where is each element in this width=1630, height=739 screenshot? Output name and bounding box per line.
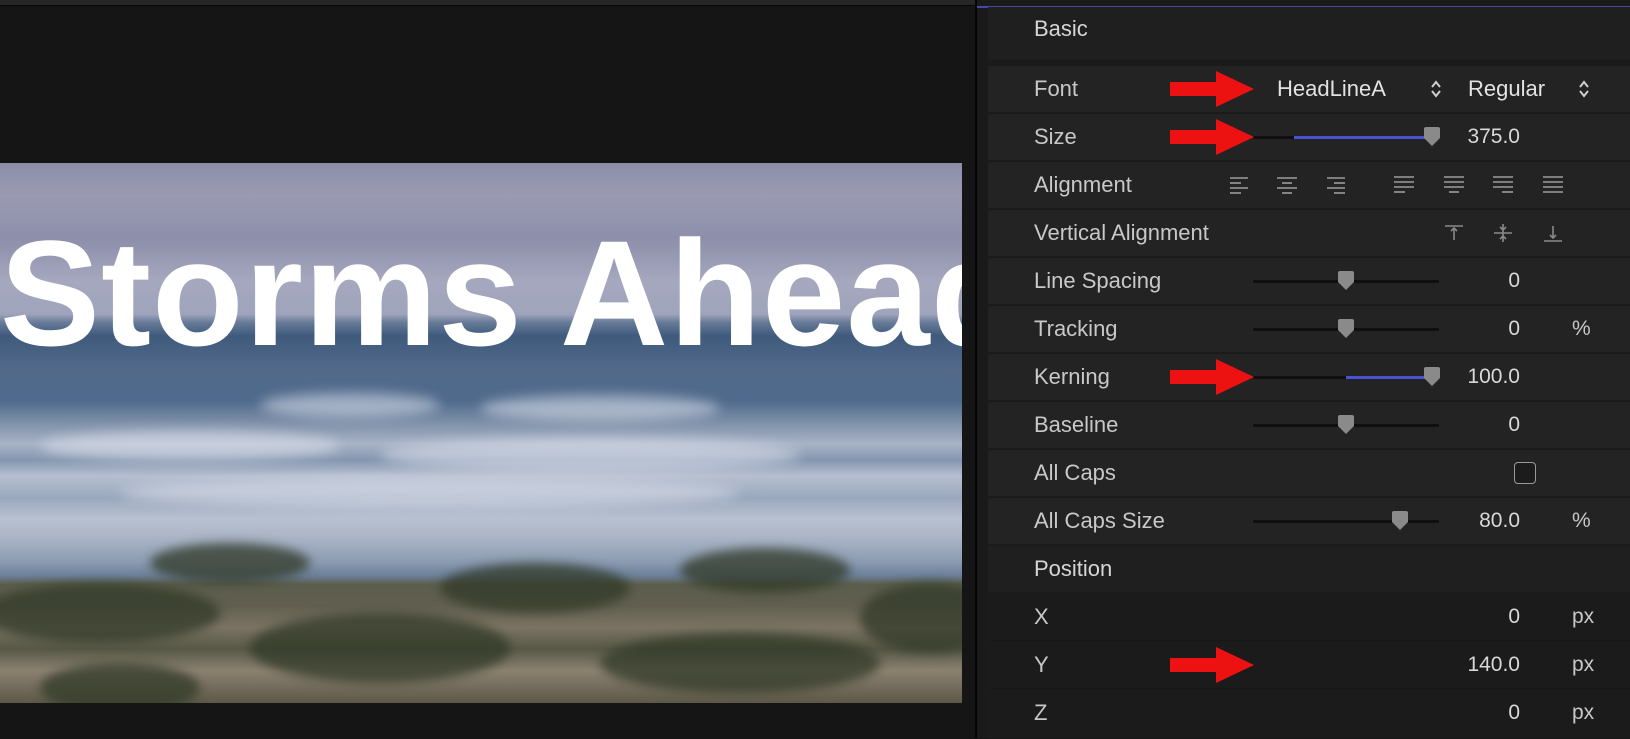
justify-right-icon[interactable] bbox=[1492, 174, 1514, 196]
tracking-unit: % bbox=[1572, 317, 1591, 340]
valign-top-icon[interactable] bbox=[1443, 222, 1465, 244]
size-label: Size bbox=[1034, 124, 1077, 149]
section-position-label: Position bbox=[1034, 556, 1113, 581]
baseline-value[interactable]: 0 bbox=[1508, 402, 1520, 448]
size-slider[interactable] bbox=[1253, 127, 1440, 146]
vertical-alignment-label: Vertical Alignment bbox=[1034, 220, 1209, 245]
kerning-slider-fill bbox=[1346, 376, 1432, 379]
all-caps-size-unit: % bbox=[1572, 509, 1591, 532]
tracking-label: Tracking bbox=[1034, 316, 1118, 341]
position-x-label: X bbox=[1034, 604, 1049, 629]
baseline-label: Baseline bbox=[1034, 412, 1119, 437]
position-y-unit: px bbox=[1572, 653, 1595, 676]
slider-knob-icon[interactable] bbox=[1423, 127, 1441, 147]
storms-ahead-title: Storms Ahead bbox=[0, 209, 962, 377]
all-caps-checkbox[interactable] bbox=[1514, 462, 1536, 484]
baseline-row: Baseline 0 bbox=[988, 402, 1630, 449]
all-caps-label: All Caps bbox=[1034, 460, 1116, 485]
all-caps-row: All Caps bbox=[988, 450, 1630, 497]
position-z-unit: px bbox=[1572, 701, 1595, 724]
red-arrow-icon bbox=[1170, 119, 1254, 155]
valign-bottom-icon[interactable] bbox=[1542, 222, 1564, 244]
position-x-value[interactable]: 0 bbox=[1508, 594, 1520, 640]
tracking-slider[interactable] bbox=[1253, 319, 1439, 338]
size-slider-fill bbox=[1293, 136, 1432, 139]
font-style-popup[interactable]: Regular bbox=[1468, 66, 1545, 112]
tracking-row: Tracking 0 % bbox=[988, 306, 1630, 353]
red-arrow-icon bbox=[1170, 647, 1254, 683]
position-z-value[interactable]: 0 bbox=[1508, 690, 1520, 736]
line-spacing-label: Line Spacing bbox=[1034, 268, 1162, 293]
position-z-label: Z bbox=[1034, 700, 1048, 725]
position-y-value[interactable]: 140.0 bbox=[1467, 642, 1520, 688]
line-spacing-row: Line Spacing 0 bbox=[988, 258, 1630, 305]
line-spacing-value[interactable]: 0 bbox=[1508, 258, 1520, 304]
position-x-unit: px bbox=[1572, 605, 1595, 628]
size-value[interactable]: 375.0 bbox=[1467, 114, 1520, 160]
slider-knob-icon[interactable] bbox=[1337, 271, 1355, 291]
updown-chevron-icon[interactable] bbox=[1430, 79, 1442, 99]
section-basic-label: Basic bbox=[1034, 16, 1088, 41]
all-caps-size-slider[interactable] bbox=[1253, 511, 1439, 530]
section-basic-header[interactable]: Basic bbox=[988, 7, 1630, 60]
justify-full-icon[interactable] bbox=[1542, 174, 1564, 196]
kerning-slider[interactable] bbox=[1253, 367, 1440, 386]
all-caps-size-row: All Caps Size 80.0 % bbox=[988, 498, 1630, 545]
align-right-icon[interactable] bbox=[1325, 174, 1347, 196]
slider-knob-icon[interactable] bbox=[1423, 367, 1441, 387]
text-inspector: Basic Font HeadLineA Regular Size 375.0 … bbox=[977, 0, 1630, 739]
line-spacing-slider[interactable] bbox=[1253, 271, 1439, 290]
tracking-value[interactable]: 0 bbox=[1508, 306, 1520, 352]
position-y-label: Y bbox=[1034, 652, 1049, 677]
valign-middle-icon[interactable] bbox=[1492, 222, 1514, 244]
slider-knob-icon[interactable] bbox=[1391, 511, 1409, 531]
viewer-top-edge bbox=[0, 0, 975, 6]
align-left-icon[interactable] bbox=[1228, 174, 1250, 196]
slider-knob-icon[interactable] bbox=[1337, 319, 1355, 339]
updown-chevron-icon[interactable] bbox=[1578, 79, 1590, 99]
vertical-alignment-row: Vertical Alignment bbox=[988, 210, 1630, 257]
alignment-label: Alignment bbox=[1034, 172, 1132, 197]
font-row: Font HeadLineA Regular bbox=[988, 66, 1630, 113]
align-center-icon[interactable] bbox=[1276, 174, 1298, 196]
slider-knob-icon[interactable] bbox=[1337, 415, 1355, 435]
justify-center-icon[interactable] bbox=[1443, 174, 1465, 196]
alignment-row: Alignment bbox=[988, 162, 1630, 209]
all-caps-size-label: All Caps Size bbox=[1034, 508, 1165, 533]
position-y-row: Y 140.0 px bbox=[988, 642, 1630, 689]
red-arrow-icon bbox=[1170, 71, 1254, 107]
kerning-value[interactable]: 100.0 bbox=[1467, 354, 1520, 400]
justify-left-icon[interactable] bbox=[1393, 174, 1415, 196]
baseline-slider[interactable] bbox=[1253, 415, 1439, 434]
kerning-row: Kerning 100.0 bbox=[988, 354, 1630, 401]
all-caps-size-value[interactable]: 80.0 bbox=[1479, 498, 1520, 544]
viewer-pane: Storms Ahead bbox=[0, 0, 975, 738]
red-arrow-icon bbox=[1170, 359, 1254, 395]
position-x-row: X 0 px bbox=[988, 594, 1630, 641]
size-row: Size 375.0 bbox=[988, 114, 1630, 161]
section-position-header[interactable]: Position bbox=[988, 546, 1630, 593]
font-family-popup[interactable]: HeadLineA bbox=[1277, 66, 1386, 112]
video-frame[interactable]: Storms Ahead bbox=[0, 163, 962, 703]
font-label: Font bbox=[1034, 76, 1079, 101]
kerning-label: Kerning bbox=[1034, 364, 1110, 389]
position-z-row: Z 0 px bbox=[988, 690, 1630, 739]
